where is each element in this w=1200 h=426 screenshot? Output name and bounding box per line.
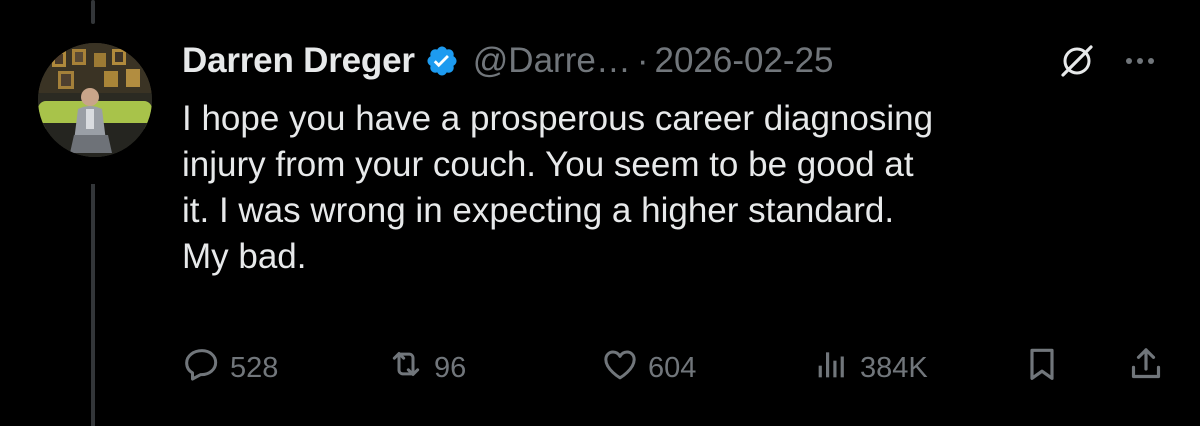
reply-icon xyxy=(182,344,222,392)
repost-icon xyxy=(386,344,426,392)
like-button[interactable]: 604 xyxy=(600,342,696,394)
repost-count: 96 xyxy=(434,351,467,384)
repost-button[interactable]: 96 xyxy=(386,342,466,394)
bookmark-button[interactable] xyxy=(1022,342,1062,394)
tweet-text: I hope you have a prosperous career diag… xyxy=(182,99,934,276)
reply-count: 528 xyxy=(230,351,279,384)
tweet-header: Darren Dreger @Darre… · 2026-02-25 xyxy=(182,36,1172,86)
author-name[interactable]: Darren Dreger xyxy=(182,41,415,81)
author-handle[interactable]: @Darre… xyxy=(473,41,631,81)
views-icon xyxy=(812,344,852,392)
views-button[interactable]: 384K xyxy=(812,342,928,394)
verified-badge-icon xyxy=(425,44,459,78)
share-icon xyxy=(1126,344,1166,392)
thread-line-top xyxy=(91,0,95,24)
like-icon xyxy=(600,344,640,392)
like-count: 604 xyxy=(648,351,697,384)
more-icon[interactable] xyxy=(1120,42,1160,80)
tweet-date[interactable]: 2026-02-25 xyxy=(654,41,833,81)
action-bar: 528 96 604 384K xyxy=(0,342,1200,394)
grok-icon[interactable] xyxy=(1058,42,1096,80)
share-button[interactable] xyxy=(1126,342,1166,394)
header-separator: · xyxy=(636,41,649,80)
reply-button[interactable]: 528 xyxy=(182,342,278,394)
views-count: 384K xyxy=(860,351,928,384)
avatar[interactable] xyxy=(38,43,152,157)
bookmark-icon xyxy=(1022,344,1062,392)
